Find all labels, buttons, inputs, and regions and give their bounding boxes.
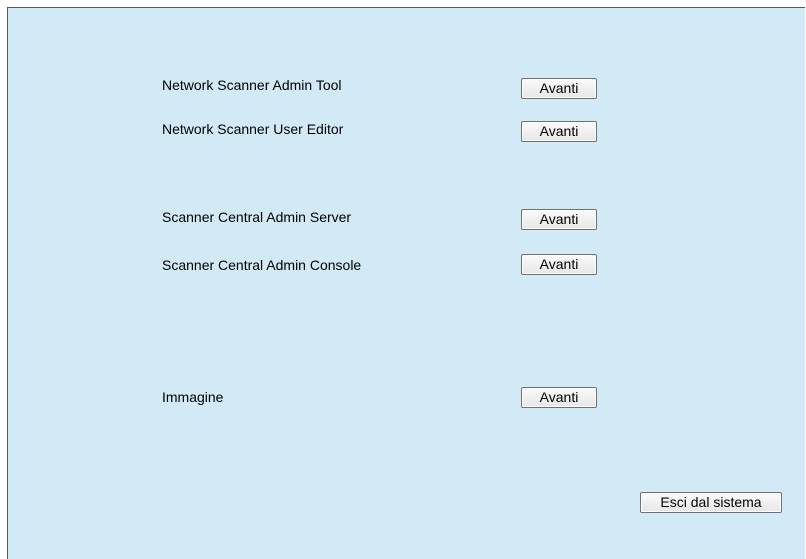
main-panel: Network Scanner Admin Tool Avanti Networ… (7, 7, 805, 559)
avanti-button-central-admin-server[interactable]: Avanti (521, 209, 597, 230)
item-label-central-admin-server: Scanner Central Admin Server (162, 209, 352, 225)
avanti-button-immagine[interactable]: Avanti (521, 387, 597, 408)
avanti-button-admin-tool[interactable]: Avanti (521, 78, 597, 99)
item-label-immagine: Immagine (162, 389, 224, 405)
avanti-button-user-editor[interactable]: Avanti (521, 121, 597, 142)
avanti-button-central-admin-console[interactable]: Avanti (521, 254, 597, 275)
item-label-central-admin-console: Scanner Central Admin Console (162, 257, 362, 273)
item-label-admin-tool: Network Scanner Admin Tool (162, 77, 342, 93)
logout-button[interactable]: Esci dal sistema (640, 492, 782, 513)
item-label-user-editor: Network Scanner User Editor (162, 121, 344, 137)
